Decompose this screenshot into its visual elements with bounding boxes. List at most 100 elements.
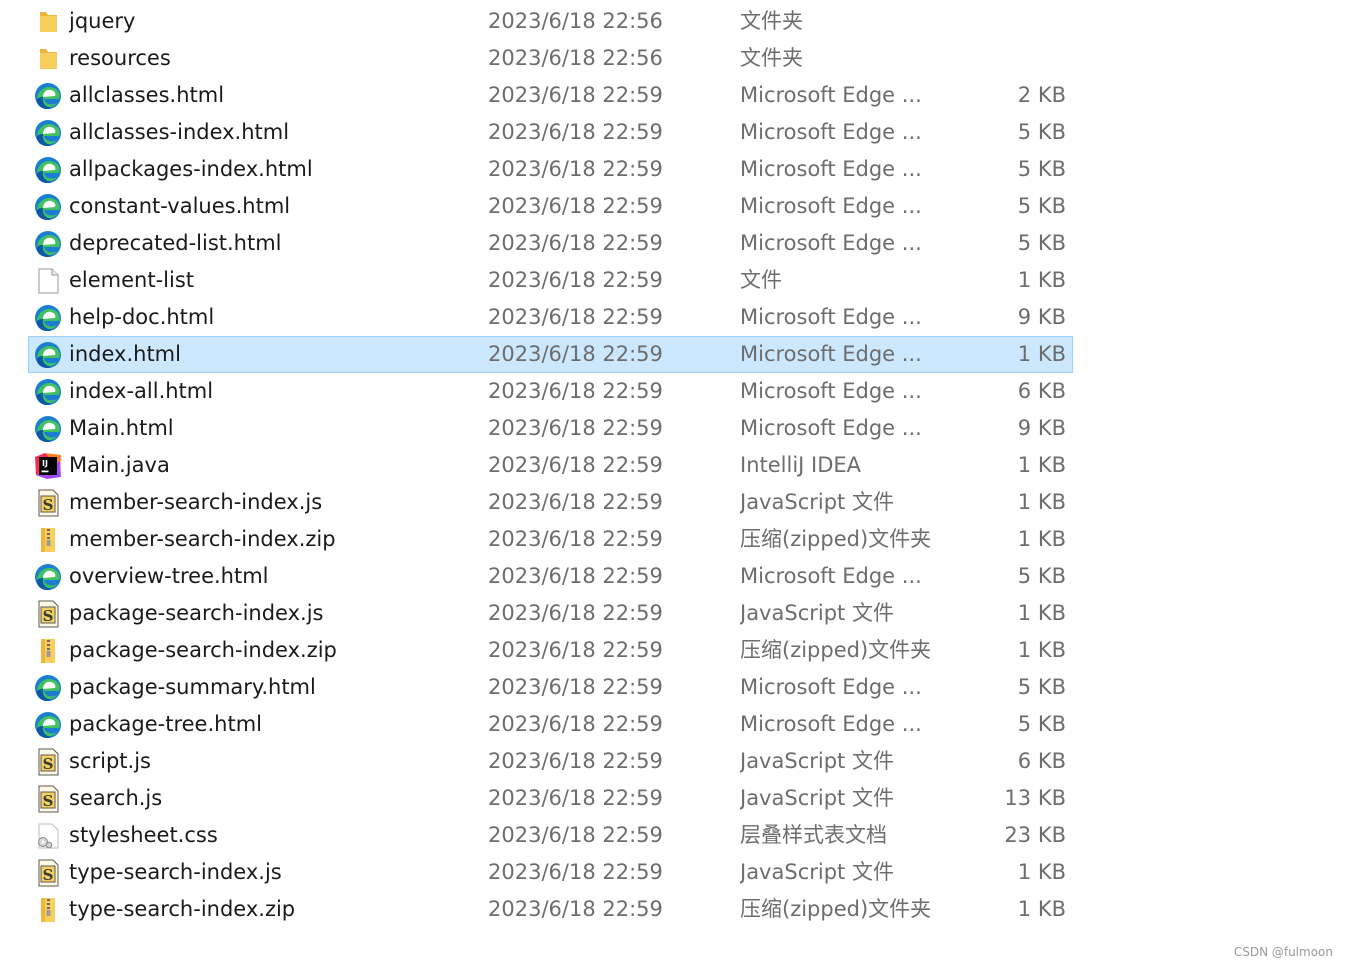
file-size: 5 KB xyxy=(1017,675,1066,699)
file-row[interactable]: stylesheet.css 2023/6/18 22:59 层叠样式表文档 23 K… xyxy=(28,817,1073,854)
file-name: package-tree.html xyxy=(69,712,262,736)
script-file-icon: S xyxy=(33,747,63,777)
file-type: Microsoft Edge ... xyxy=(740,712,922,736)
file-type: JavaScript 文件 xyxy=(740,860,894,884)
file-row[interactable]: package-search-index.zip 2023/6/18 22:59 压… xyxy=(28,632,1073,669)
file-date-modified: 2023/6/18 22:59 xyxy=(488,601,663,625)
file-name: package-summary.html xyxy=(69,675,316,699)
edge-icon xyxy=(33,562,63,592)
zip-folder-icon xyxy=(33,525,63,555)
file-name: element-list xyxy=(69,268,195,292)
file-date-modified: 2023/6/18 22:56 xyxy=(488,46,663,70)
file-row[interactable]: deprecated-list.html 2023/6/18 22:59 Micro… xyxy=(28,225,1073,262)
css-file-icon xyxy=(33,821,63,851)
file-row[interactable]: member-search-index.zip 2023/6/18 22:59 压缩… xyxy=(28,521,1073,558)
file-row[interactable]: IJ Main.java 2023/6/18 22:59 IntelliJ IDEA 1… xyxy=(28,447,1073,484)
intellij-icon: IJ xyxy=(33,451,63,481)
edge-icon xyxy=(33,155,63,185)
watermark: CSDN @fulmoon xyxy=(1233,945,1333,959)
file-row[interactable]: Spackage-search-index.js 2023/6/18 22:59 J… xyxy=(28,595,1073,632)
script-file-icon: S xyxy=(33,784,63,814)
file-type: Microsoft Edge ... xyxy=(740,231,922,255)
file-name: member-search-index.zip xyxy=(69,527,336,551)
file-date-modified: 2023/6/18 22:59 xyxy=(488,675,663,699)
file-type: IntelliJ IDEA xyxy=(740,453,862,477)
file-size: 1 KB xyxy=(1017,342,1066,366)
file-date-modified: 2023/6/18 22:59 xyxy=(488,379,663,403)
file-row[interactable]: Ssearch.js 2023/6/18 22:59 JavaScript 文件 13… xyxy=(28,780,1073,817)
edge-icon xyxy=(33,229,63,259)
file-date-modified: 2023/6/18 22:59 xyxy=(488,416,663,440)
file-type: Microsoft Edge ... xyxy=(740,342,922,366)
file-date-modified: 2023/6/18 22:59 xyxy=(488,305,663,329)
file-row[interactable]: allclasses.html 2023/6/18 22:59 Microsoft … xyxy=(28,77,1073,114)
file-type: 层叠样式表文档 xyxy=(740,823,887,847)
file-row[interactable]: allpackages-index.html 2023/6/18 22:59 Mic… xyxy=(28,151,1073,188)
file-type: JavaScript 文件 xyxy=(740,786,894,810)
script-file-icon: S xyxy=(33,858,63,888)
edge-icon xyxy=(33,414,63,444)
file-name: allclasses.html xyxy=(69,83,225,107)
file-type: Microsoft Edge ... xyxy=(740,564,922,588)
file-row[interactable]: allclasses-index.html 2023/6/18 22:59 Micr… xyxy=(28,114,1073,151)
file-row[interactable]: index-all.html 2023/6/18 22:59 Microsoft E… xyxy=(28,373,1073,410)
file-type: 压缩(zipped)文件夹 xyxy=(740,638,932,662)
file-type: Microsoft Edge ... xyxy=(740,379,922,403)
file-row[interactable]: type-search-index.zip 2023/6/18 22:59 压缩(z… xyxy=(28,891,1073,928)
file-name: index.html xyxy=(69,342,181,366)
file-size: 23 KB xyxy=(1004,823,1066,847)
file-size: 1 KB xyxy=(1017,601,1066,625)
file-row[interactable]: Sscript.js 2023/6/18 22:59 JavaScript 文件 6 … xyxy=(28,743,1073,780)
file-type: JavaScript 文件 xyxy=(740,490,894,514)
file-date-modified: 2023/6/18 22:59 xyxy=(488,823,663,847)
folder-icon xyxy=(33,44,63,74)
file-type: 压缩(zipped)文件夹 xyxy=(740,897,932,921)
edge-icon xyxy=(33,81,63,111)
file-row[interactable]: package-tree.html 2023/6/18 22:59 Microsof… xyxy=(28,706,1073,743)
file-row[interactable]: element-list 2023/6/18 22:59 文件 1 KB xyxy=(28,262,1073,299)
file-row[interactable]: Stype-search-index.js 2023/6/18 22:59 Java… xyxy=(28,854,1073,891)
file-name: resources xyxy=(69,46,171,70)
file-size: 9 KB xyxy=(1017,305,1066,329)
zip-folder-icon xyxy=(33,636,63,666)
file-name: deprecated-list.html xyxy=(69,231,282,255)
file-size: 9 KB xyxy=(1017,416,1066,440)
file-date-modified: 2023/6/18 22:59 xyxy=(488,194,663,218)
svg-text:S: S xyxy=(43,607,54,625)
file-name: type-search-index.js xyxy=(69,860,282,884)
file-type: Microsoft Edge ... xyxy=(740,157,922,181)
file-type: Microsoft Edge ... xyxy=(740,305,922,329)
file-row[interactable]: Main.html 2023/6/18 22:59 Microsoft Edge .… xyxy=(28,410,1073,447)
file-name: Main.java xyxy=(69,453,170,477)
file-size: 6 KB xyxy=(1017,379,1066,403)
file-date-modified: 2023/6/18 22:59 xyxy=(488,83,663,107)
file-size: 1 KB xyxy=(1017,453,1066,477)
file-size: 1 KB xyxy=(1017,490,1066,514)
file-type: 压缩(zipped)文件夹 xyxy=(740,527,932,551)
file-type: Microsoft Edge ... xyxy=(740,416,922,440)
file-name: jquery xyxy=(69,9,136,33)
edge-icon xyxy=(33,303,63,333)
file-size: 5 KB xyxy=(1017,120,1066,144)
edge-icon xyxy=(33,377,63,407)
file-date-modified: 2023/6/18 22:59 xyxy=(488,638,663,662)
file-row[interactable]: resources 2023/6/18 22:56 文件夹 xyxy=(28,40,1073,77)
file-type: Microsoft Edge ... xyxy=(740,83,922,107)
file-size xyxy=(984,4,1066,39)
file-size: 1 KB xyxy=(1017,638,1066,662)
svg-text:IJ: IJ xyxy=(42,459,48,468)
file-type: Microsoft Edge ... xyxy=(740,675,922,699)
file-name: overview-tree.html xyxy=(69,564,269,588)
file-row[interactable]: help-doc.html 2023/6/18 22:59 Microsoft Ed… xyxy=(28,299,1073,336)
file-name: stylesheet.css xyxy=(69,823,218,847)
file-name: Main.html xyxy=(69,416,174,440)
file-row[interactable]: index.html 2023/6/18 22:59 Microsoft Edge … xyxy=(28,336,1073,373)
file-row[interactable]: Smember-search-index.js 2023/6/18 22:59 Ja… xyxy=(28,484,1073,521)
file-name: help-doc.html xyxy=(69,305,215,329)
file-row[interactable]: package-summary.html 2023/6/18 22:59 Micro… xyxy=(28,669,1073,706)
file-row[interactable]: constant-values.html 2023/6/18 22:59 Micro… xyxy=(28,188,1073,225)
file-row[interactable]: overview-tree.html 2023/6/18 22:59 Microso… xyxy=(28,558,1073,595)
blank-file-icon xyxy=(33,266,63,296)
file-row[interactable]: jquery 2023/6/18 22:56 文件夹 xyxy=(28,3,1073,40)
file-size: 2 KB xyxy=(1017,83,1066,107)
